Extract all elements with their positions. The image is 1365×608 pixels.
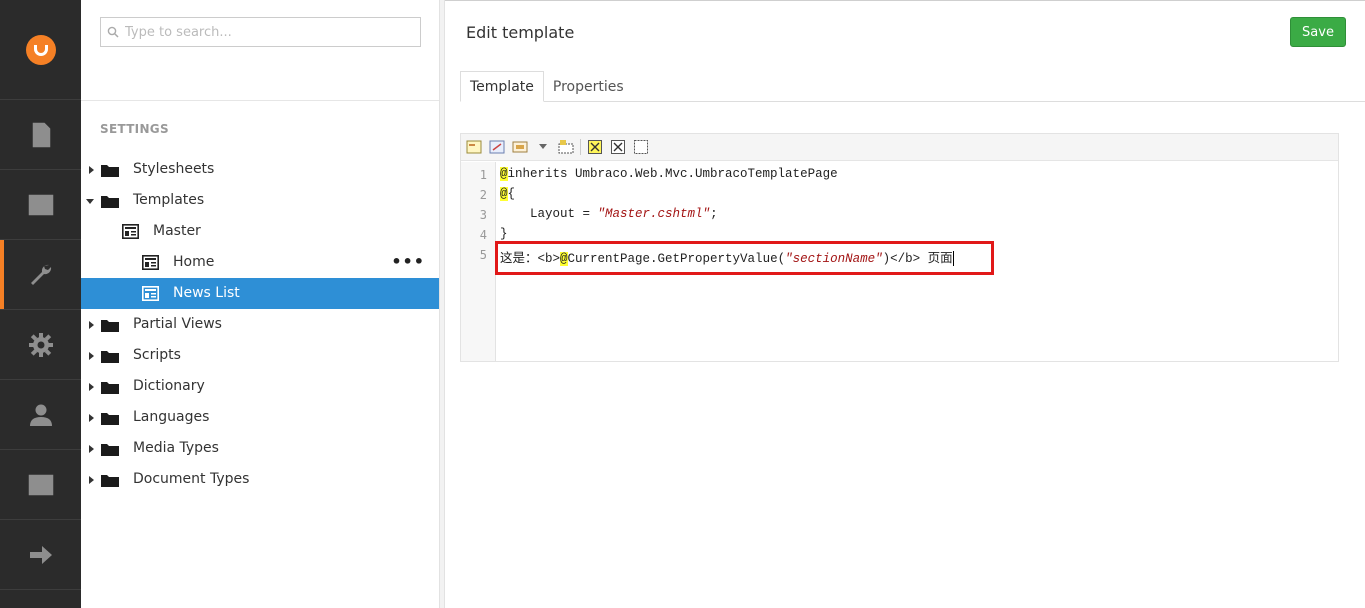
template-icon xyxy=(122,224,139,239)
wrench-icon xyxy=(30,264,51,285)
tree-item-master[interactable]: Master xyxy=(81,216,439,247)
umbraco-logo[interactable] xyxy=(0,0,81,100)
caret-right-icon[interactable] xyxy=(88,414,95,422)
template-icon xyxy=(142,255,159,270)
tree-item-label: Document Types xyxy=(133,471,250,487)
section-media[interactable] xyxy=(0,170,81,240)
code-line-2: @{ xyxy=(500,187,516,201)
section-settings[interactable] xyxy=(0,240,81,310)
page-title: Edit template xyxy=(466,23,575,42)
line-number: 5 xyxy=(479,248,487,262)
document-icon xyxy=(32,122,50,147)
folder-icon xyxy=(101,444,119,456)
line-number: 4 xyxy=(479,228,487,242)
tree-item-label: Templates xyxy=(133,192,205,208)
tree-item-home[interactable]: Home ••• xyxy=(81,247,439,278)
caret-right-icon[interactable] xyxy=(88,476,95,484)
umbraco-logo-icon xyxy=(25,34,56,65)
tree-item-label: Media Types xyxy=(133,440,219,456)
caret-right-icon[interactable] xyxy=(88,383,95,391)
folder-icon xyxy=(101,320,119,332)
top-border xyxy=(445,0,1365,1)
render-section-icon[interactable] xyxy=(609,138,627,156)
settings-tree: Stylesheets Templates Master Home ••• Ne… xyxy=(81,154,439,495)
tab-properties[interactable]: Properties xyxy=(544,71,633,102)
code-line-3: Layout = "Master.cshtml"; xyxy=(500,207,718,221)
search-box[interactable] xyxy=(100,17,421,47)
folder-icon xyxy=(101,475,119,487)
insert-dictionary-icon[interactable] xyxy=(488,138,506,156)
chevron-down-icon[interactable] xyxy=(534,138,552,156)
code-line-1: @inherits Umbraco.Web.Mvc.UmbracoTemplat… xyxy=(500,167,838,181)
tree-panel: SETTINGS Stylesheets Templates Master Ho… xyxy=(81,0,439,608)
template-icon xyxy=(142,286,159,301)
section-members[interactable] xyxy=(0,450,81,520)
more-actions-button[interactable]: ••• xyxy=(391,254,425,270)
id-card-icon xyxy=(28,474,53,495)
app-sections-rail xyxy=(0,0,81,608)
editor-toolbar xyxy=(461,134,1338,161)
section-title: SETTINGS xyxy=(100,122,169,136)
insert-macro-icon[interactable] xyxy=(511,138,529,156)
tab-template[interactable]: Template xyxy=(460,71,544,102)
folder-icon xyxy=(101,196,119,208)
save-button[interactable]: Save xyxy=(1290,17,1346,47)
code-line-4: } xyxy=(500,227,508,241)
tree-item-templates[interactable]: Templates xyxy=(81,185,439,216)
tree-item-label: News List xyxy=(173,285,240,301)
tree-item-label: Scripts xyxy=(133,347,181,363)
tree-item-stylesheets[interactable]: Stylesheets xyxy=(81,154,439,185)
caret-right-icon[interactable] xyxy=(88,445,95,453)
tree-item-label: Partial Views xyxy=(133,316,222,332)
search-icon xyxy=(101,26,125,38)
tree-item-scripts[interactable]: Scripts xyxy=(81,340,439,371)
tree-item-label: Dictionary xyxy=(133,378,205,394)
caret-down-icon[interactable] xyxy=(86,198,94,205)
search-area xyxy=(81,0,439,101)
render-body-icon[interactable] xyxy=(586,138,604,156)
line-number: 1 xyxy=(479,168,487,182)
line-number-gutter: 1 2 3 4 5 xyxy=(461,162,496,361)
tree-item-media-types[interactable]: Media Types xyxy=(81,433,439,464)
folder-icon xyxy=(101,351,119,363)
tree-item-partial-views[interactable]: Partial Views xyxy=(81,309,439,340)
folder-icon xyxy=(101,382,119,394)
insert-field-icon[interactable] xyxy=(465,138,483,156)
arrow-right-icon xyxy=(29,545,52,564)
line-number: 2 xyxy=(479,188,487,202)
insert-section-icon[interactable] xyxy=(557,138,575,156)
section-users[interactable] xyxy=(0,380,81,450)
caret-right-icon[interactable] xyxy=(88,352,95,360)
folder-icon xyxy=(101,165,119,177)
section-content[interactable] xyxy=(0,100,81,170)
search-input[interactable] xyxy=(125,24,405,40)
define-section-icon[interactable] xyxy=(632,138,650,156)
tree-item-label: Languages xyxy=(133,409,210,425)
tree-item-languages[interactable]: Languages xyxy=(81,402,439,433)
tree-item-label: Stylesheets xyxy=(133,161,215,177)
image-icon xyxy=(28,194,53,215)
section-developer[interactable] xyxy=(0,310,81,380)
template-editor: Edit template Save Template Properties 1… xyxy=(445,0,1365,608)
line-number: 3 xyxy=(479,208,487,222)
toolbar-separator xyxy=(580,139,581,155)
caret-right-icon[interactable] xyxy=(88,166,95,174)
tree-item-label: Home xyxy=(173,254,215,270)
section-redirect[interactable] xyxy=(0,520,81,590)
folder-icon xyxy=(101,413,119,425)
tree-item-document-types[interactable]: Document Types xyxy=(81,464,439,495)
tree-item-label: Master xyxy=(153,223,201,239)
caret-right-icon[interactable] xyxy=(88,321,95,329)
tree-item-dictionary[interactable]: Dictionary xyxy=(81,371,439,402)
annotation-highlight-box xyxy=(495,241,994,275)
tree-item-news-list[interactable]: News List xyxy=(81,278,439,309)
editor-tabs: Template Properties xyxy=(460,71,633,102)
gear-icon xyxy=(28,332,53,357)
user-icon xyxy=(29,404,52,426)
